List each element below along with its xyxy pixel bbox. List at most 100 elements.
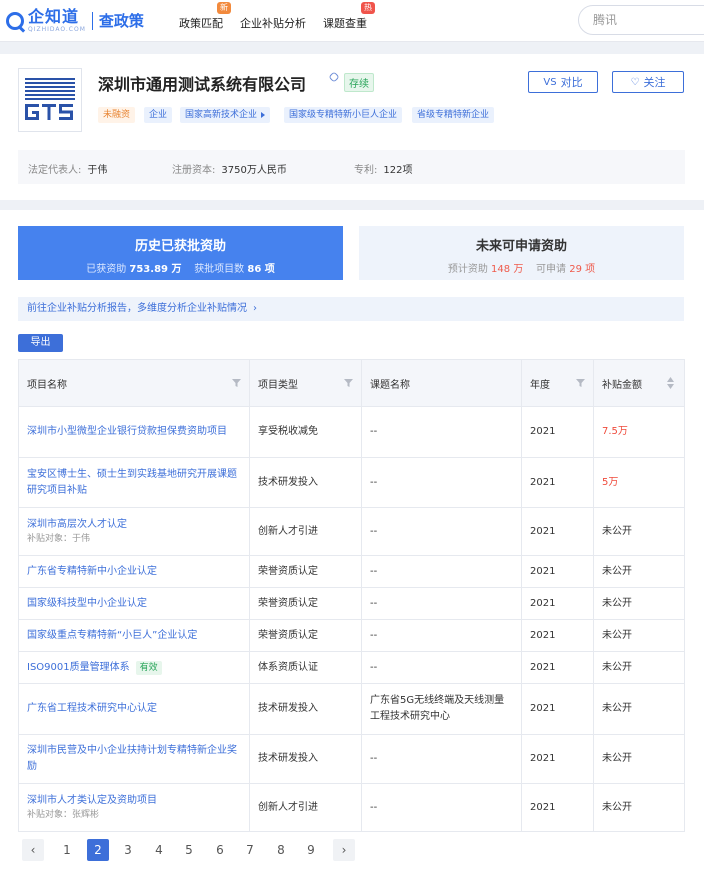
nav-subsidy-analysis[interactable]: 企业补贴分析 xyxy=(240,15,306,31)
cell-project-name[interactable]: 广东省工程技术研究中心认定 xyxy=(18,683,250,735)
project-link[interactable]: 深圳市小型微型企业银行贷款担保费资助项目 xyxy=(27,426,227,437)
logo-divider xyxy=(91,11,93,30)
table-row: 深圳市小型微型企业银行贷款担保费资助项目 享受税收减免 -- 2021 7.5万 xyxy=(18,406,685,458)
project-link[interactable]: 广东省工程技术研究中心认定 xyxy=(27,703,157,714)
project-link[interactable]: 深圳市民营及中小企业扶持计划专精特新企业奖励 xyxy=(27,745,237,772)
nav-policy-match[interactable]: 政策匹配 新 xyxy=(179,2,231,31)
cell-amount: 7.5万 xyxy=(593,406,685,458)
page-number[interactable]: 1 xyxy=(56,839,78,861)
table-row: 深圳市人才类认定及资助项目 补贴对象：张辉彬 创新人才引进 -- 2021 未公开 xyxy=(18,783,685,832)
page-number[interactable]: 9 xyxy=(300,839,322,861)
cell-project-name[interactable]: 深圳市民营及中小企业扶持计划专精特新企业奖励 xyxy=(18,734,250,784)
cell-project-name[interactable]: ISO9001质量管理体系 有效 xyxy=(18,651,250,684)
compare-button[interactable]: VS 对比 xyxy=(528,71,598,93)
chevron-right-icon: › xyxy=(341,843,347,857)
project-link[interactable]: 广东省专精特新中小企业认定 xyxy=(27,566,157,577)
cell-type: 创新人才引进 xyxy=(249,507,362,556)
site-logo[interactable]: 企知道 QIZHIDAO.COM 查政策 xyxy=(6,8,144,33)
nav-label: 企业补贴分析 xyxy=(240,17,306,30)
project-link[interactable]: 深圳市人才类认定及资助项目 xyxy=(27,795,157,806)
col-header-year[interactable]: 年度 xyxy=(521,359,594,407)
top-navbar: 企知道 QIZHIDAO.COM 查政策 政策匹配 新 企业补贴分析 课题查重 … xyxy=(0,0,704,42)
col-header-amount[interactable]: 补贴金额 xyxy=(593,359,685,407)
nav-topic-check[interactable]: 课题查重 热 xyxy=(323,2,375,31)
cell-type: 荣誉资质认定 xyxy=(249,587,362,620)
search-box[interactable] xyxy=(578,5,704,35)
table-row: 深圳市民营及中小企业扶持计划专精特新企业奖励 技术研发投入 -- 2021 未公… xyxy=(18,734,685,784)
subsidy-panel: 历史已获批资助 已获资助 753.89 万 获批项目数 86 项 未来可申请资助… xyxy=(0,210,704,878)
header-label: 课题名称 xyxy=(370,379,410,391)
page-number[interactable]: 8 xyxy=(270,839,292,861)
cell-topic: 广东省5G无线终端及天线测量工程技术研究中心 xyxy=(361,683,522,735)
company-logo xyxy=(18,68,82,132)
project-link[interactable]: 国家级科技型中小企业认定 xyxy=(27,598,147,609)
project-link[interactable]: ISO9001质量管理体系 xyxy=(27,662,130,673)
stat-value: 148 万 xyxy=(491,264,524,275)
header-label: 年度 xyxy=(530,379,550,391)
page-number[interactable]: 6 xyxy=(209,839,231,861)
cell-amount: 未公开 xyxy=(593,555,685,588)
cell-type: 荣誉资质认定 xyxy=(249,555,362,588)
tag-high-tech[interactable]: 国家高新技术企业 xyxy=(180,107,271,123)
logo-magnifier-icon xyxy=(6,11,24,30)
tab-title: 历史已获批资助 xyxy=(134,239,226,254)
nav-label: 课题查重 xyxy=(323,17,367,30)
cell-project-name[interactable]: 宝安区博士生、硕士生到实践基地研究开展课题研究项目补贴 xyxy=(18,457,250,508)
cell-amount: 5万 xyxy=(593,457,685,508)
project-link[interactable]: 国家级重点专精特新“小巨人”企业认定 xyxy=(27,630,197,641)
company-name: 深圳市通用测试系统有限公司 xyxy=(98,75,307,94)
table-row: 宝安区博士生、硕士生到实践基地研究开展课题研究项目补贴 技术研发投入 -- 20… xyxy=(18,457,685,508)
col-header-name[interactable]: 项目名称 xyxy=(18,359,250,407)
col-header-type[interactable]: 项目类型 xyxy=(249,359,362,407)
tab-history-funding[interactable]: 历史已获批资助 已获资助 753.89 万 获批项目数 86 项 xyxy=(18,226,343,280)
page-number[interactable]: 4 xyxy=(148,839,170,861)
filter-icon[interactable] xyxy=(344,379,353,387)
tab-future-funding[interactable]: 未来可申请资助 预计资助 148 万 可申请 29 项 xyxy=(359,226,684,280)
new-badge: 新 xyxy=(217,2,231,14)
cell-project-name[interactable]: 国家级科技型中小企业认定 xyxy=(18,587,250,620)
cell-year: 2021 xyxy=(521,734,594,784)
tag-enterprise: 企业 xyxy=(144,107,173,123)
info-value: 3750万人民币 xyxy=(221,165,287,176)
export-button[interactable]: 导出 xyxy=(18,334,63,352)
page-number[interactable]: 5 xyxy=(178,839,200,861)
project-link[interactable]: 宝安区博士生、硕士生到实践基地研究开展课题研究项目补贴 xyxy=(27,469,237,496)
cell-project-name[interactable]: 国家级重点专精特新“小巨人”企业认定 xyxy=(18,619,250,652)
stat-value: 753.89 万 xyxy=(129,264,182,275)
cell-project-name[interactable]: 深圳市高层次人才认定 补贴对象：于伟 xyxy=(18,507,250,556)
page-number[interactable]: 3 xyxy=(117,839,139,861)
prev-page-button[interactable]: ‹ xyxy=(22,839,44,861)
cell-amount: 未公开 xyxy=(593,783,685,832)
subsidy-table: 项目名称 项目类型 课题名称 年度 补贴金额 深圳市小型微型企业银行贷款担保费资… xyxy=(18,359,685,832)
filter-icon[interactable] xyxy=(232,379,241,387)
page-number-current[interactable]: 2 xyxy=(87,839,109,861)
cell-amount: 未公开 xyxy=(593,507,685,556)
search-input[interactable] xyxy=(593,12,693,26)
link-icon[interactable] xyxy=(328,71,340,83)
sort-icon[interactable] xyxy=(667,377,674,389)
logo-domain: QIZHIDAO.COM xyxy=(28,26,86,33)
cell-topic: -- xyxy=(361,651,522,684)
next-page-button[interactable]: › xyxy=(333,839,355,861)
cell-topic: -- xyxy=(361,734,522,784)
cell-project-name[interactable]: 深圳市人才类认定及资助项目 补贴对象：张辉彬 xyxy=(18,783,250,832)
cell-project-name[interactable]: 广东省专精特新中小企业认定 xyxy=(18,555,250,588)
heart-icon: ♡ xyxy=(630,76,640,88)
cell-type: 体系资质认证 xyxy=(249,651,362,684)
info-value: 于伟 xyxy=(87,165,108,176)
company-card: 深圳市通用测试系统有限公司 存续 未融资 企业 国家高新技术企业 国家级专精特新… xyxy=(0,54,704,200)
project-link[interactable]: 深圳市高层次人才认定 xyxy=(27,519,127,530)
cell-amount: 未公开 xyxy=(593,587,685,620)
hot-badge: 热 xyxy=(361,2,375,14)
company-info-bar: 法定代表人: 于伟 注册资本: 3750万人民币 专利: 122项 xyxy=(18,150,685,184)
cell-project-name[interactable]: 深圳市小型微型企业银行贷款担保费资助项目 xyxy=(18,406,250,458)
cell-topic: -- xyxy=(361,555,522,588)
info-label: 法定代表人: xyxy=(28,165,82,176)
follow-button[interactable]: ♡ 关注 xyxy=(612,71,684,93)
page-number[interactable]: 7 xyxy=(239,839,261,861)
cell-amount: 未公开 xyxy=(593,734,685,784)
subsidy-report-link[interactable]: 前往企业补贴分析报告，多维度分析企业补贴情况 › xyxy=(18,297,684,321)
report-link-text: 前往企业补贴分析报告，多维度分析企业补贴情况 xyxy=(27,303,247,314)
stat-label: 获批项目数 xyxy=(194,264,245,275)
filter-icon[interactable] xyxy=(576,379,585,387)
